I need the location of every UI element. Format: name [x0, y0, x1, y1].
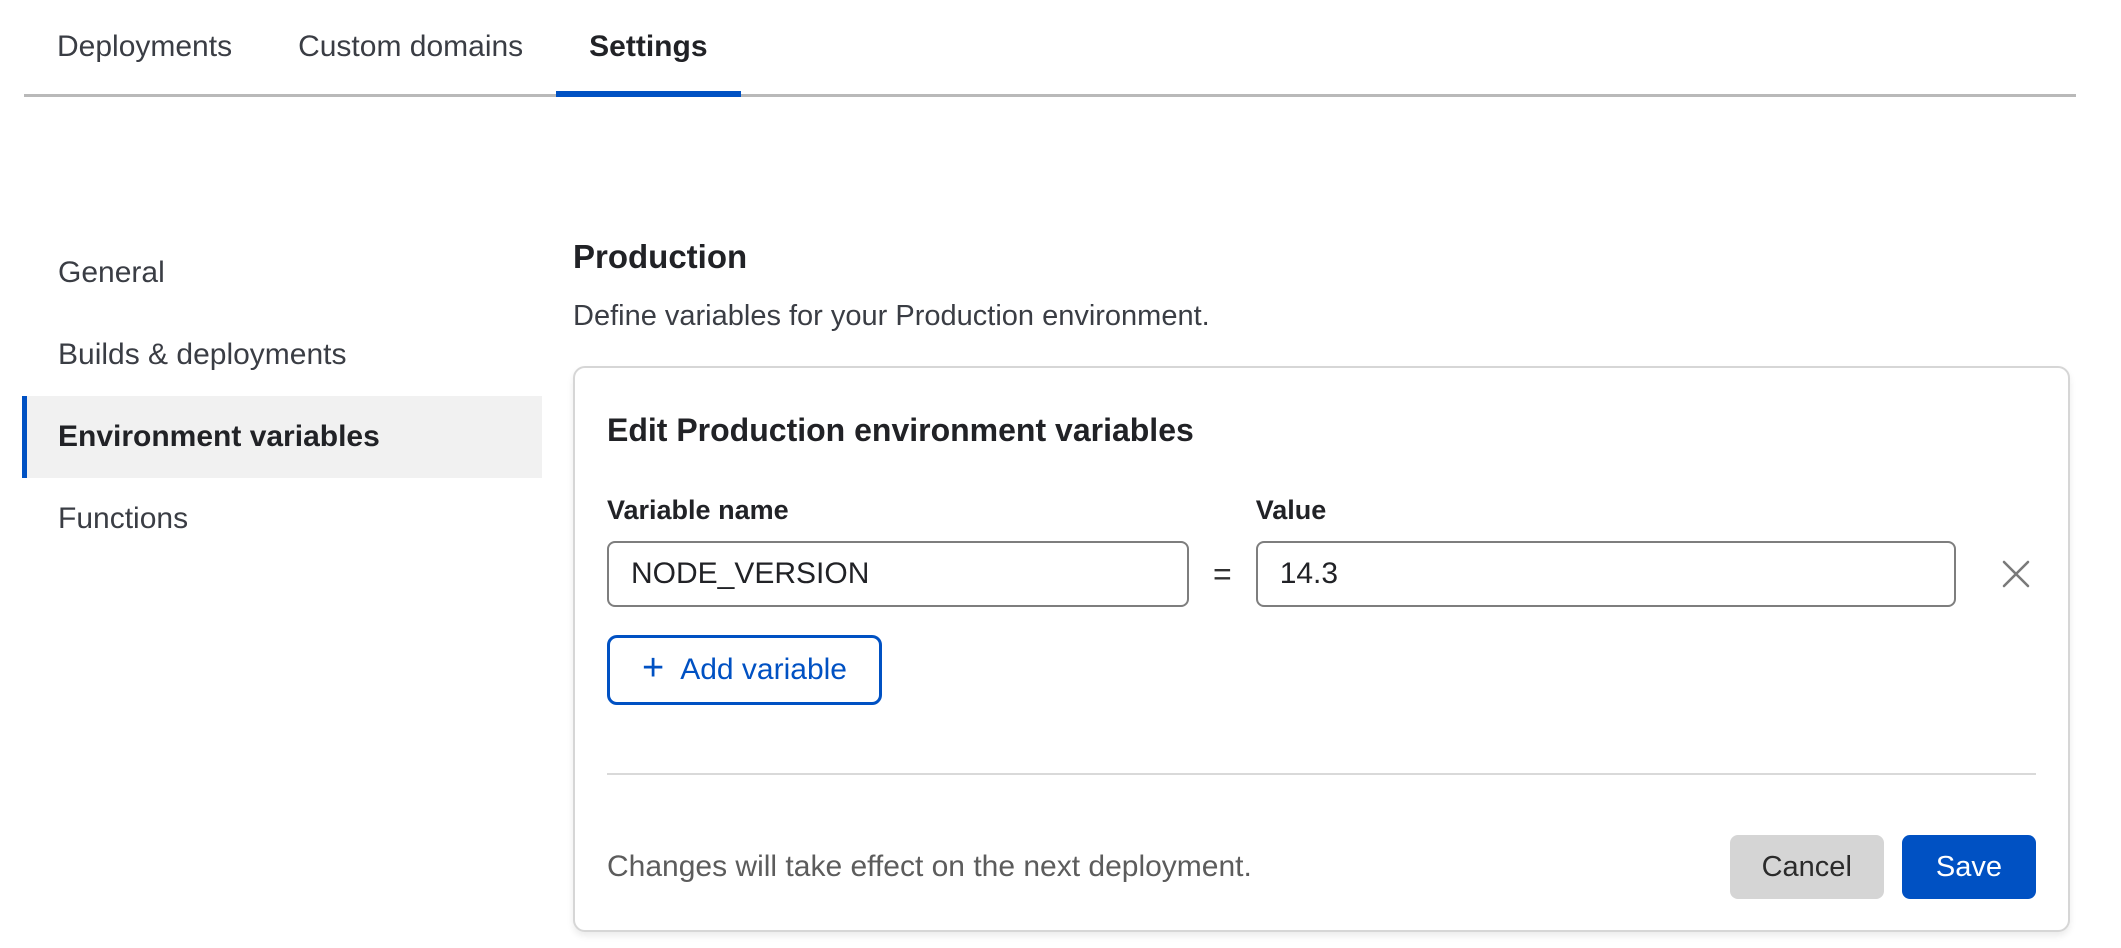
add-variable-label: Add variable	[680, 653, 847, 687]
settings-sidebar: General Builds & deployments Environment…	[22, 232, 542, 560]
sidebar-item-builds-deployments[interactable]: Builds & deployments	[22, 314, 542, 396]
sidebar-item-general-label: General	[58, 256, 165, 290]
tab-bar: Deployments Custom domains Settings	[24, 0, 2076, 97]
tab-settings[interactable]: Settings	[556, 0, 740, 94]
variable-value-input[interactable]	[1256, 541, 1956, 607]
page-title: Production	[573, 238, 747, 276]
close-icon	[1998, 556, 2034, 592]
env-vars-card: Edit Production environment variables Va…	[573, 366, 2070, 932]
variable-name-label: Variable name	[607, 495, 1189, 526]
card-divider	[607, 773, 2036, 775]
card-footer: Changes will take effect on the next dep…	[607, 835, 2036, 899]
save-button[interactable]: Save	[1902, 835, 2036, 899]
add-variable-button[interactable]: + Add variable	[607, 635, 882, 705]
plus-icon: +	[642, 649, 664, 687]
tab-settings-label: Settings	[589, 30, 707, 64]
sidebar-item-environment-variables-label: Environment variables	[58, 420, 380, 454]
tab-custom-domains-label: Custom domains	[298, 30, 523, 64]
sidebar-item-functions[interactable]: Functions	[22, 478, 542, 560]
variable-name-input[interactable]	[607, 541, 1189, 607]
cancel-button[interactable]: Cancel	[1730, 835, 1884, 899]
page-subtitle: Define variables for your Production env…	[573, 300, 1210, 333]
tab-deployments[interactable]: Deployments	[24, 0, 265, 94]
equals-sign: =	[1213, 541, 1232, 607]
tab-custom-domains[interactable]: Custom domains	[265, 0, 556, 94]
settings-page: Deployments Custom domains Settings Gene…	[0, 0, 2121, 948]
sidebar-item-general[interactable]: General	[22, 232, 542, 314]
remove-variable-button[interactable]	[1998, 541, 2034, 607]
variable-value-label: Value	[1256, 495, 1956, 526]
card-heading: Edit Production environment variables	[607, 412, 2036, 449]
variable-row: Variable name = Value	[607, 495, 2036, 607]
footer-actions: Cancel Save	[1730, 835, 2036, 899]
sidebar-item-environment-variables[interactable]: Environment variables	[22, 396, 542, 478]
tab-deployments-label: Deployments	[57, 30, 232, 64]
variable-value-field: Value	[1256, 495, 1956, 607]
sidebar-item-functions-label: Functions	[58, 502, 188, 536]
sidebar-item-builds-deployments-label: Builds & deployments	[58, 338, 347, 372]
variable-name-field: Variable name	[607, 495, 1189, 607]
footer-note: Changes will take effect on the next dep…	[607, 850, 1252, 884]
